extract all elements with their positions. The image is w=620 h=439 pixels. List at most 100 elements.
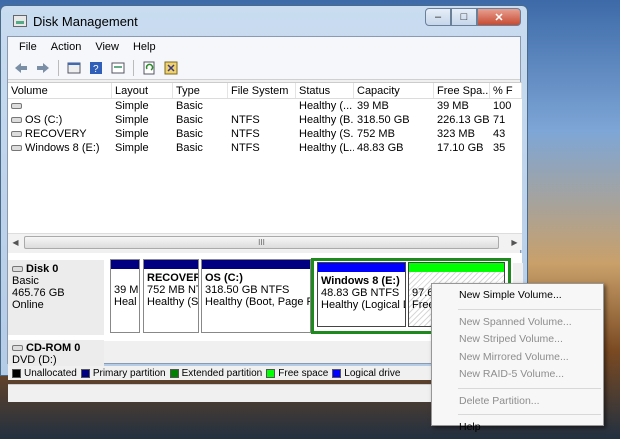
horizontal-scrollbar[interactable]: ◀ III ▶	[8, 233, 522, 250]
table-row[interactable]: RECOVERY Simple Basic NTFS Healthy (S...…	[8, 127, 522, 141]
properties-icon[interactable]	[65, 59, 83, 77]
partition-name	[114, 272, 136, 284]
column-header[interactable]: Free Spa...	[434, 83, 490, 98]
partition-status: Heal	[114, 296, 137, 308]
cell-capacity: 39 MB	[357, 100, 389, 112]
partition-status: Healthy (Logical D	[321, 299, 405, 311]
legend-swatch	[12, 368, 21, 378]
help-icon[interactable]: ?	[87, 59, 105, 77]
disk-icon	[12, 266, 23, 273]
menu-item-new-mirrored-volume[interactable]: New Mirrored Volume...	[432, 349, 603, 367]
partition-os-c[interactable]: OS (C:) 318.50 GB NTFS Healthy (Boot, Pa…	[201, 259, 311, 333]
menu-file[interactable]: File	[12, 41, 44, 53]
toolbar-divider	[133, 59, 134, 76]
cell-filesystem	[228, 99, 296, 113]
cell-layout: Simple	[115, 142, 149, 154]
legend-swatch	[169, 368, 179, 378]
table-row[interactable]: OS (C:) Simple Basic NTFS Healthy (B... …	[8, 113, 522, 127]
menu-item-new-spanned-volume[interactable]: New Spanned Volume...	[432, 314, 603, 332]
cdrom-icon	[12, 345, 23, 352]
volume-list-header: Volume Layout Type File System Status Ca…	[8, 83, 522, 99]
table-row[interactable]: Windows 8 (E:) Simple Basic NTFS Healthy…	[8, 141, 522, 155]
partition-size: 752 MB NT	[147, 284, 198, 296]
legend-swatch	[332, 368, 342, 378]
cell-free: 226.13 GB	[437, 114, 490, 126]
column-header[interactable]: Layout	[112, 83, 173, 98]
context-menu: New Simple Volume... New Spanned Volume.…	[431, 283, 604, 433]
partition-windows-8-e[interactable]: Windows 8 (E:) 48.83 GB NTFS Healthy (Lo…	[317, 262, 406, 327]
partition-status: Healthy (Boot, Page File	[205, 296, 310, 308]
legend-label: Logical drive	[344, 367, 401, 379]
menu-divider	[458, 308, 601, 310]
partition-name: Windows 8 (E:)	[321, 275, 400, 287]
partition-bar	[409, 263, 504, 272]
cell-percent-free: 100	[493, 100, 512, 112]
partition-size: 318.50 GB NTFS	[205, 284, 290, 296]
minimize-button[interactable]: –	[425, 8, 451, 26]
maximize-button[interactable]: □	[451, 8, 477, 26]
partition-system-reserved[interactable]: 39 M Heal	[110, 259, 140, 333]
forward-icon[interactable]	[34, 59, 52, 77]
cell-capacity: 318.50 GB	[357, 114, 410, 126]
menu-view[interactable]: View	[88, 41, 126, 53]
cell-volume: RECOVERY	[25, 128, 87, 140]
legend-swatch	[266, 368, 276, 378]
menu-divider	[458, 414, 601, 415]
cell-type: Basic	[176, 100, 203, 112]
cell-status: Healthy (...	[299, 100, 353, 112]
cell-percent-free: 71	[493, 114, 506, 126]
menu-item-new-simple-volume[interactable]: New Simple Volume...	[432, 287, 603, 305]
menu-help[interactable]: Help	[126, 41, 163, 53]
scroll-left-icon[interactable]: ◀	[8, 235, 23, 250]
menu-item-new-raid5-volume[interactable]: New RAID-5 Volume...	[432, 366, 603, 384]
drive-icon	[11, 103, 22, 110]
column-header[interactable]: Status	[296, 83, 354, 98]
legend-label: Extended partition	[181, 367, 263, 379]
toolbar-divider	[58, 59, 59, 76]
menu-item-new-striped-volume[interactable]: New Striped Volume...	[432, 331, 603, 349]
legend-label: Free space	[278, 367, 329, 379]
disk-0-label[interactable]: Disk 0 Basic 465.76 GB Online	[8, 260, 104, 335]
cell-type: Basic	[176, 128, 203, 140]
close-button[interactable]: ✕	[477, 8, 521, 26]
back-icon[interactable]	[12, 59, 30, 77]
view-icon[interactable]	[109, 59, 127, 77]
column-header[interactable]: Type	[173, 83, 228, 98]
partition-bar	[111, 260, 139, 269]
refresh-icon[interactable]	[140, 59, 158, 77]
legend-label: Unallocated	[24, 367, 77, 379]
menu-item-help[interactable]: Help	[432, 419, 603, 437]
partition-recovery[interactable]: RECOVERY 752 MB NT Healthy (S	[143, 259, 199, 333]
cell-status: Healthy (S...	[299, 128, 354, 140]
cell-percent-free: 43	[493, 128, 506, 140]
disk-type: Basic	[12, 275, 39, 287]
cell-volume: Windows 8 (E:)	[25, 142, 100, 154]
window-title: Disk Management	[33, 13, 138, 29]
cell-percent-free: 35	[493, 142, 506, 154]
cdrom-drive: DVD (D:)	[12, 354, 57, 366]
column-header[interactable]: % F	[490, 83, 522, 98]
settings-icon[interactable]	[162, 59, 180, 77]
menu-action[interactable]: Action	[44, 41, 89, 53]
partition-bar	[202, 260, 310, 269]
drive-icon	[11, 145, 22, 152]
title-bar[interactable]: Disk Management – □ ✕	[7, 6, 521, 36]
column-header[interactable]: Volume	[8, 83, 112, 98]
column-header[interactable]: Capacity	[354, 83, 434, 98]
menu-item-delete-partition[interactable]: Delete Partition...	[432, 393, 603, 411]
cell-type: Basic	[176, 142, 203, 154]
partition-name: RECOVERY	[147, 272, 198, 284]
column-header[interactable]: File System	[228, 83, 296, 98]
cell-status: Healthy (L...	[299, 142, 354, 154]
cell-free: 39 MB	[437, 100, 469, 112]
cell-capacity: 752 MB	[357, 128, 395, 140]
disk-state: Online	[12, 299, 44, 311]
legend-label: Primary partition	[92, 367, 166, 379]
cell-layout: Simple	[115, 128, 149, 140]
partition-name: OS (C:)	[205, 272, 243, 284]
cell-free: 17.10 GB	[437, 142, 484, 154]
scrollbar-thumb[interactable]: III	[24, 235, 499, 249]
table-row[interactable]: Simple Basic Healthy (... 39 MB 39 MB 10…	[8, 99, 522, 113]
scroll-right-icon[interactable]: ▶	[507, 235, 522, 250]
disk-management-icon	[13, 15, 27, 27]
